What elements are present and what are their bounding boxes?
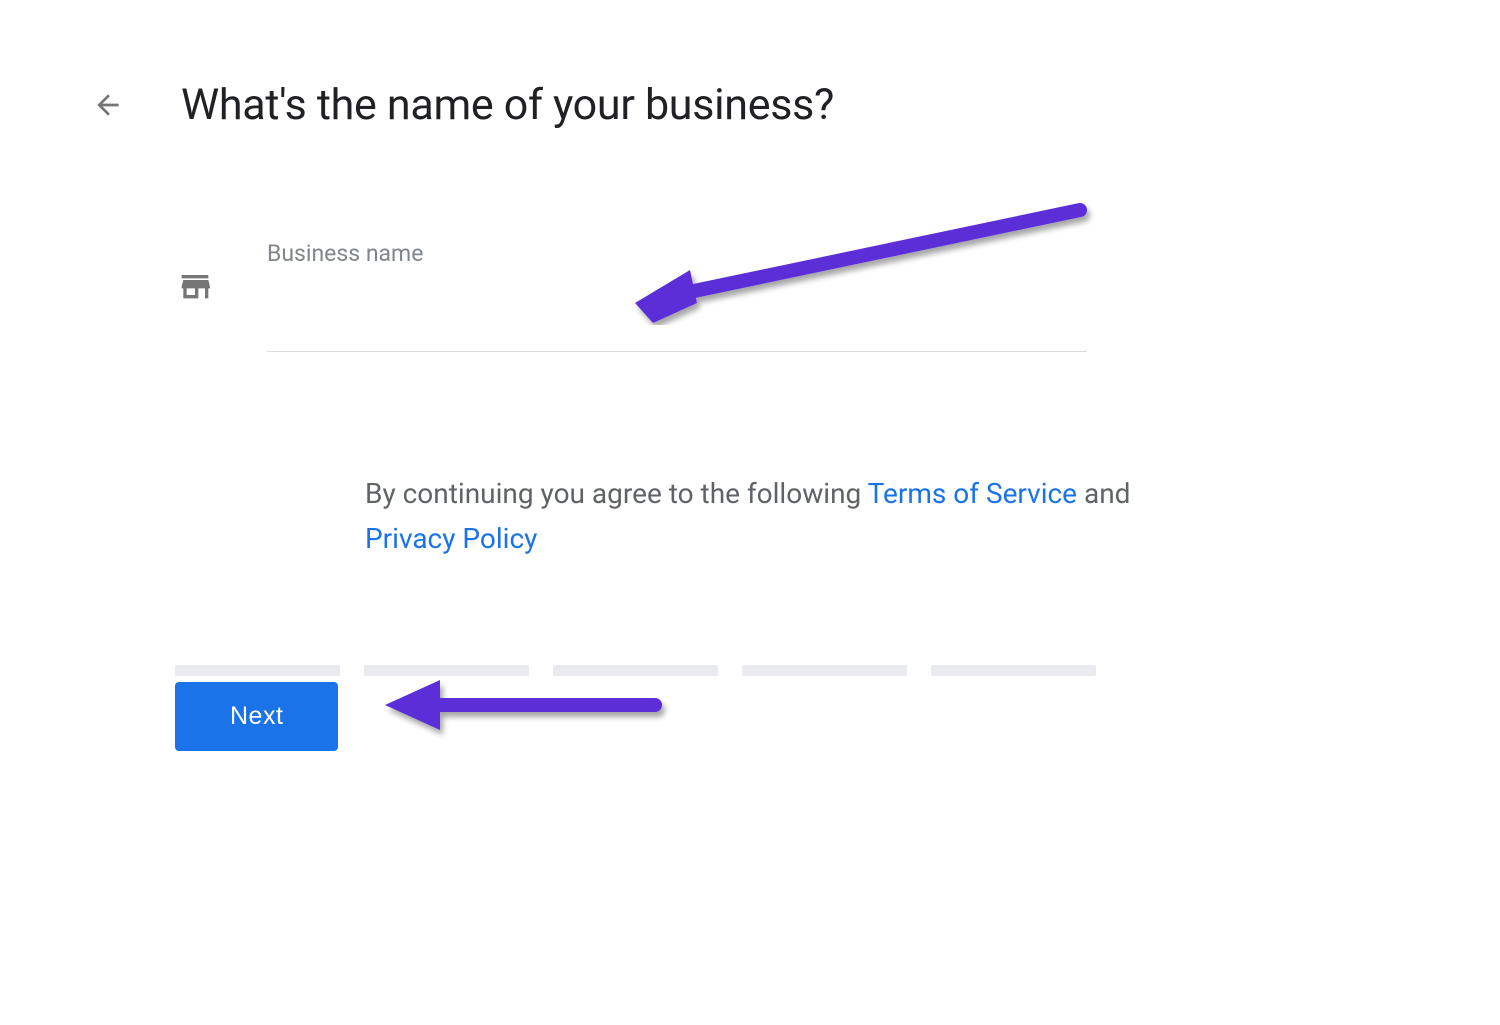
progress-segment: [931, 665, 1096, 676]
terms-connector: and: [1077, 477, 1130, 510]
progress-indicator: [175, 665, 1096, 676]
terms-disclosure: By continuing you agree to the following…: [365, 472, 1155, 562]
page-title: What's the name of your business?: [181, 80, 834, 130]
progress-segment: [553, 665, 718, 676]
storefront-icon: [175, 265, 215, 305]
business-name-input[interactable]: [267, 307, 1087, 352]
next-button[interactable]: Next: [175, 682, 338, 751]
terms-of-service-link[interactable]: Terms of Service: [868, 477, 1077, 510]
business-name-label: Business name: [267, 240, 1087, 267]
arrow-left-icon: [92, 89, 124, 121]
back-button[interactable]: [90, 87, 126, 123]
privacy-policy-link[interactable]: Privacy Policy: [365, 522, 537, 555]
progress-segment: [364, 665, 529, 676]
progress-segment: [175, 665, 340, 676]
terms-prefix: By continuing you agree to the following: [365, 477, 868, 510]
progress-segment: [742, 665, 907, 676]
annotation-arrow-icon: [375, 670, 675, 740]
